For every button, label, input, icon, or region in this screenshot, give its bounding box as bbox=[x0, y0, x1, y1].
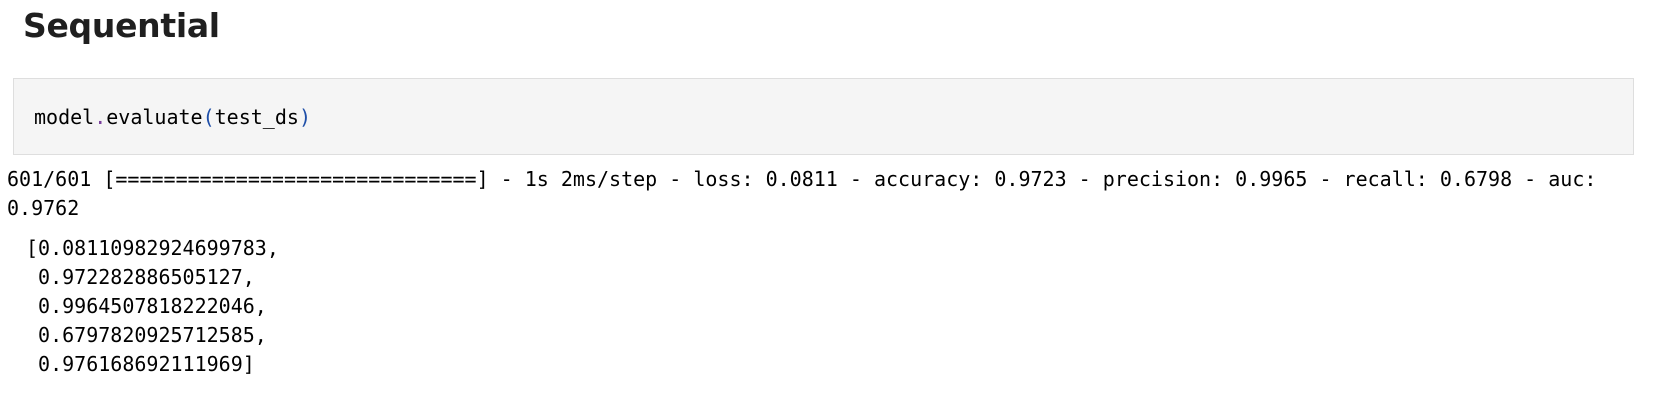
code-open-paren: ( bbox=[202, 105, 215, 129]
code-line[interactable]: model.evaluate(test_ds) bbox=[34, 105, 311, 129]
result-line: [0.08110982924699783, bbox=[26, 236, 279, 260]
code-object: model bbox=[34, 105, 95, 129]
result-line: 0.976168692111969] bbox=[26, 352, 255, 376]
code-close-paren: ) bbox=[298, 105, 311, 129]
result-output: [0.08110982924699783, 0.972282886505127,… bbox=[26, 234, 279, 379]
result-line: 0.6797820925712585, bbox=[26, 323, 267, 347]
progress-output: 601/601 [==============================]… bbox=[7, 167, 1609, 220]
code-argument: test_ds bbox=[214, 105, 299, 129]
code-dot: . bbox=[94, 105, 107, 129]
code-cell[interactable]: model.evaluate(test_ds) bbox=[13, 78, 1634, 155]
code-method: evaluate bbox=[106, 105, 203, 129]
result-line: 0.972282886505127, bbox=[26, 265, 255, 289]
section-heading: Sequential bbox=[23, 6, 220, 45]
result-line: 0.9964507818222046, bbox=[26, 294, 267, 318]
